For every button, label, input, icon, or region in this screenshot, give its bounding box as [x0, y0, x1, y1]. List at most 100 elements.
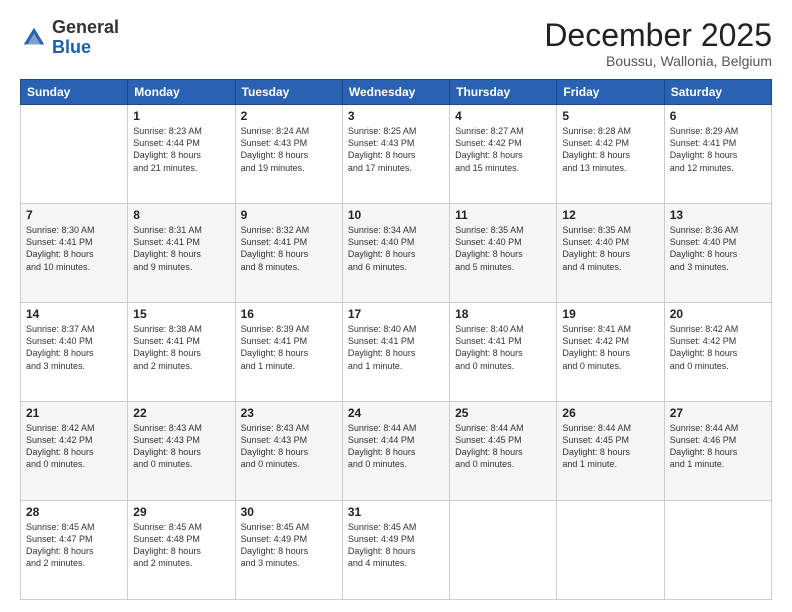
day-number: 7 [26, 208, 122, 222]
calendar-cell: 6Sunrise: 8:29 AM Sunset: 4:41 PM Daylig… [664, 105, 771, 204]
day-number: 18 [455, 307, 551, 321]
calendar-body: 1 Sunrise: 8:23 AM Sunset: 4:44 PM Daylig… [21, 105, 772, 600]
calendar-cell: 12Sunrise: 8:35 AM Sunset: 4:40 PM Dayli… [557, 204, 664, 303]
calendar-week-3: 14 Sunrise: 8:37 AM Sunset: 4:40 PM Dayli… [21, 303, 772, 402]
cell-details: Sunrise: 8:28 AM Sunset: 4:42 PM Dayligh… [562, 125, 658, 174]
calendar-cell: 19 Sunrise: 8:41 AM Sunset: 4:42 PM Dayli… [557, 303, 664, 402]
cell-details: Sunrise: 8:32 AM Sunset: 4:41 PM Dayligh… [241, 224, 337, 273]
cell-details: Sunrise: 8:25 AM Sunset: 4:43 PM Dayligh… [348, 125, 444, 174]
cell-details: Sunrise: 8:39 AM Sunset: 4:41 PM Dayligh… [241, 323, 337, 372]
day-number: 28 [26, 505, 122, 519]
calendar-cell: 1 Sunrise: 8:23 AM Sunset: 4:44 PM Daylig… [128, 105, 235, 204]
page: General Blue December 2025 Boussu, Wallo… [0, 0, 792, 612]
calendar-cell: 7 Sunrise: 8:30 AM Sunset: 4:41 PM Daylig… [21, 204, 128, 303]
weekday-header-thursday: Thursday [450, 80, 557, 105]
logo-general: General [52, 17, 119, 37]
day-number: 22 [133, 406, 229, 420]
day-number: 14 [26, 307, 122, 321]
weekday-header-saturday: Saturday [664, 80, 771, 105]
calendar-cell: 9 Sunrise: 8:32 AM Sunset: 4:41 PM Daylig… [235, 204, 342, 303]
cell-details: Sunrise: 8:42 AM Sunset: 4:42 PM Dayligh… [26, 422, 122, 471]
cell-details: Sunrise: 8:44 AM Sunset: 4:46 PM Dayligh… [670, 422, 766, 471]
cell-details: Sunrise: 8:31 AM Sunset: 4:41 PM Dayligh… [133, 224, 229, 273]
day-number: 9 [241, 208, 337, 222]
calendar-cell [557, 501, 664, 600]
day-number: 29 [133, 505, 229, 519]
cell-details: Sunrise: 8:43 AM Sunset: 4:43 PM Dayligh… [241, 422, 337, 471]
calendar-cell: 17 Sunrise: 8:40 AM Sunset: 4:41 PM Dayli… [342, 303, 449, 402]
month-title: December 2025 [544, 18, 772, 53]
calendar-cell: 26 Sunrise: 8:44 AM Sunset: 4:45 PM Dayli… [557, 402, 664, 501]
day-number: 16 [241, 307, 337, 321]
calendar-cell: 15Sunrise: 8:38 AM Sunset: 4:41 PM Dayli… [128, 303, 235, 402]
day-number: 17 [348, 307, 444, 321]
day-number: 24 [348, 406, 444, 420]
cell-details: Sunrise: 8:30 AM Sunset: 4:41 PM Dayligh… [26, 224, 122, 273]
calendar-cell: 28 Sunrise: 8:45 AM Sunset: 4:47 PM Dayli… [21, 501, 128, 600]
day-number: 23 [241, 406, 337, 420]
calendar-table: SundayMondayTuesdayWednesdayThursdayFrid… [20, 79, 772, 600]
calendar-cell: 5 Sunrise: 8:28 AM Sunset: 4:42 PM Daylig… [557, 105, 664, 204]
calendar-week-2: 7 Sunrise: 8:30 AM Sunset: 4:41 PM Daylig… [21, 204, 772, 303]
cell-details: Sunrise: 8:44 AM Sunset: 4:45 PM Dayligh… [455, 422, 551, 471]
weekday-header-sunday: Sunday [21, 80, 128, 105]
cell-details: Sunrise: 8:23 AM Sunset: 4:44 PM Dayligh… [133, 125, 229, 174]
calendar-cell: 27 Sunrise: 8:44 AM Sunset: 4:46 PM Dayli… [664, 402, 771, 501]
calendar-cell: 25 Sunrise: 8:44 AM Sunset: 4:45 PM Dayli… [450, 402, 557, 501]
calendar-cell: 23 Sunrise: 8:43 AM Sunset: 4:43 PM Dayli… [235, 402, 342, 501]
calendar-week-4: 21Sunrise: 8:42 AM Sunset: 4:42 PM Dayli… [21, 402, 772, 501]
cell-details: Sunrise: 8:36 AM Sunset: 4:40 PM Dayligh… [670, 224, 766, 273]
calendar-cell: 31 Sunrise: 8:45 AM Sunset: 4:49 PM Dayli… [342, 501, 449, 600]
cell-details: Sunrise: 8:35 AM Sunset: 4:40 PM Dayligh… [455, 224, 551, 273]
calendar-cell: 3 Sunrise: 8:25 AM Sunset: 4:43 PM Daylig… [342, 105, 449, 204]
calendar-cell: 13 Sunrise: 8:36 AM Sunset: 4:40 PM Dayli… [664, 204, 771, 303]
weekday-header-row: SundayMondayTuesdayWednesdayThursdayFrid… [21, 80, 772, 105]
day-number: 4 [455, 109, 551, 123]
cell-details: Sunrise: 8:40 AM Sunset: 4:41 PM Dayligh… [348, 323, 444, 372]
location-subtitle: Boussu, Wallonia, Belgium [544, 53, 772, 69]
day-number: 11 [455, 208, 551, 222]
day-number: 19 [562, 307, 658, 321]
day-number: 30 [241, 505, 337, 519]
day-number: 31 [348, 505, 444, 519]
cell-details: Sunrise: 8:45 AM Sunset: 4:47 PM Dayligh… [26, 521, 122, 570]
day-number: 20 [670, 307, 766, 321]
logo: General Blue [20, 18, 119, 58]
logo-blue: Blue [52, 37, 91, 57]
day-number: 8 [133, 208, 229, 222]
cell-details: Sunrise: 8:44 AM Sunset: 4:45 PM Dayligh… [562, 422, 658, 471]
cell-details: Sunrise: 8:45 AM Sunset: 4:48 PM Dayligh… [133, 521, 229, 570]
day-number: 25 [455, 406, 551, 420]
day-number: 26 [562, 406, 658, 420]
day-number: 27 [670, 406, 766, 420]
cell-details: Sunrise: 8:45 AM Sunset: 4:49 PM Dayligh… [241, 521, 337, 570]
calendar-cell: 14 Sunrise: 8:37 AM Sunset: 4:40 PM Dayli… [21, 303, 128, 402]
cell-details: Sunrise: 8:41 AM Sunset: 4:42 PM Dayligh… [562, 323, 658, 372]
cell-details: Sunrise: 8:42 AM Sunset: 4:42 PM Dayligh… [670, 323, 766, 372]
cell-details: Sunrise: 8:43 AM Sunset: 4:43 PM Dayligh… [133, 422, 229, 471]
title-block: December 2025 Boussu, Wallonia, Belgium [544, 18, 772, 69]
cell-details: Sunrise: 8:45 AM Sunset: 4:49 PM Dayligh… [348, 521, 444, 570]
calendar-cell: 30 Sunrise: 8:45 AM Sunset: 4:49 PM Dayli… [235, 501, 342, 600]
day-number: 3 [348, 109, 444, 123]
header: General Blue December 2025 Boussu, Wallo… [20, 18, 772, 69]
day-number: 2 [241, 109, 337, 123]
calendar-cell: 24Sunrise: 8:44 AM Sunset: 4:44 PM Dayli… [342, 402, 449, 501]
cell-details: Sunrise: 8:29 AM Sunset: 4:41 PM Dayligh… [670, 125, 766, 174]
calendar-cell: 16 Sunrise: 8:39 AM Sunset: 4:41 PM Dayli… [235, 303, 342, 402]
cell-details: Sunrise: 8:38 AM Sunset: 4:41 PM Dayligh… [133, 323, 229, 372]
logo-icon [20, 24, 48, 52]
cell-details: Sunrise: 8:34 AM Sunset: 4:40 PM Dayligh… [348, 224, 444, 273]
calendar-cell: 21Sunrise: 8:42 AM Sunset: 4:42 PM Dayli… [21, 402, 128, 501]
weekday-header-friday: Friday [557, 80, 664, 105]
cell-details: Sunrise: 8:35 AM Sunset: 4:40 PM Dayligh… [562, 224, 658, 273]
day-number: 1 [133, 109, 229, 123]
day-number: 13 [670, 208, 766, 222]
weekday-header-wednesday: Wednesday [342, 80, 449, 105]
cell-details: Sunrise: 8:27 AM Sunset: 4:42 PM Dayligh… [455, 125, 551, 174]
day-number: 5 [562, 109, 658, 123]
calendar-cell: 22 Sunrise: 8:43 AM Sunset: 4:43 PM Dayli… [128, 402, 235, 501]
cell-details: Sunrise: 8:24 AM Sunset: 4:43 PM Dayligh… [241, 125, 337, 174]
calendar-week-1: 1 Sunrise: 8:23 AM Sunset: 4:44 PM Daylig… [21, 105, 772, 204]
cell-details: Sunrise: 8:37 AM Sunset: 4:40 PM Dayligh… [26, 323, 122, 372]
